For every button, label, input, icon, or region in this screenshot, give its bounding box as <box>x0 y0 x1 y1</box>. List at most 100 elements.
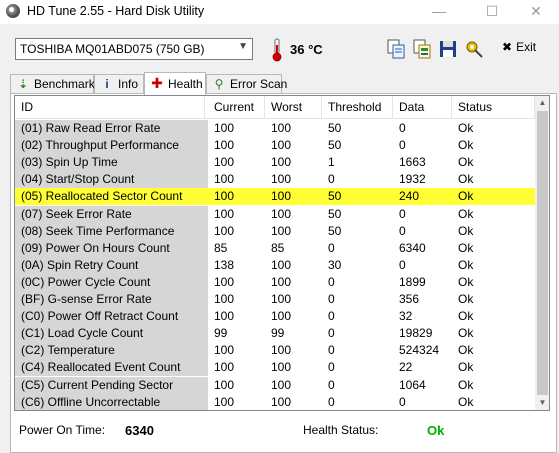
smart-table[interactable]: ID Current Worst Threshold Data Status (… <box>14 95 550 411</box>
thermometer-icon <box>272 38 282 62</box>
cell-data: 0 <box>399 138 406 153</box>
cell-current: 100 <box>214 121 235 135</box>
cell-data: 356 <box>399 292 420 306</box>
table-row[interactable]: (C1) Load Cycle Count 99 99 0 19829 Ok <box>15 325 535 343</box>
cell-worst: 100 <box>271 394 292 409</box>
table-row[interactable]: (01) Raw Read Error Rate 100 100 50 0 Ok <box>15 120 535 137</box>
cell-worst: 100 <box>271 189 292 204</box>
options-icon[interactable] <box>463 38 485 60</box>
cell-id: (05) Reallocated Sector Count <box>15 188 208 206</box>
cell-id: (C1) Load Cycle Count <box>15 325 208 343</box>
cell-id: (BF) G-sense Error Rate <box>15 291 208 308</box>
close-button[interactable]: ✕ <box>513 0 559 24</box>
cell-data: 32 <box>399 309 413 324</box>
scrollbar-thumb[interactable] <box>537 111 548 395</box>
drive-select-value: TOSHIBA MQ01ABD075 (750 GB) <box>20 42 205 56</box>
cell-threshold: 0 <box>328 343 335 358</box>
cell-current: 85 <box>214 240 228 255</box>
column-header-id[interactable]: ID <box>15 96 205 118</box>
cell-worst: 100 <box>271 309 292 324</box>
app-disk-icon <box>6 4 20 18</box>
cell-current: 100 <box>214 138 235 153</box>
table-row[interactable]: (C6) Offline Uncorrectable 100 100 0 0 Ok <box>15 393 535 410</box>
cell-worst: 100 <box>271 360 292 375</box>
minimize-button[interactable]: — <box>416 0 462 24</box>
table-row[interactable]: (BF) G-sense Error Rate 100 100 0 356 Ok <box>15 291 535 308</box>
copy-text-icon[interactable] <box>385 38 407 60</box>
cell-current: 100 <box>214 206 235 221</box>
table-row[interactable]: (C4) Reallocated Event Count 100 100 0 22 Ok <box>15 359 535 377</box>
table-row[interactable]: (03) Spin Up Time 100 100 1 1663 Ok <box>15 154 535 172</box>
cell-id: (C5) Current Pending Sector <box>15 376 208 394</box>
copy-info-icon[interactable] <box>411 38 433 60</box>
tab-health[interactable]: ✚ Health <box>144 72 206 95</box>
tab-benchmark[interactable]: ⇣ Benchmark <box>10 74 95 94</box>
cell-status: Ok <box>458 274 474 289</box>
cell-id: (03) Spin Up Time <box>15 154 208 172</box>
table-row[interactable]: (0A) Spin Retry Count 138 100 30 0 Ok <box>15 256 535 274</box>
exit-button[interactable]: ✖ Exit <box>502 40 536 54</box>
column-header-current[interactable]: Current <box>208 96 265 118</box>
cell-status: Ok <box>458 172 474 187</box>
cell-data: 1899 <box>399 274 426 289</box>
cell-data: 19829 <box>399 326 433 341</box>
vertical-scrollbar[interactable]: ▲ ▼ <box>535 96 549 410</box>
table-row[interactable]: (09) Power On Hours Count 85 85 0 6340 Ok <box>15 239 535 257</box>
maximize-button[interactable]: ☐ <box>469 0 515 24</box>
cell-worst: 100 <box>271 121 292 135</box>
cell-current: 100 <box>214 343 235 358</box>
cell-threshold: 0 <box>328 394 335 409</box>
table-row[interactable]: (05) Reallocated Sector Count 100 100 50 240… <box>15 188 535 206</box>
cell-data: 240 <box>399 189 420 204</box>
column-header-threshold[interactable]: Threshold <box>322 96 393 118</box>
cell-current: 100 <box>214 360 235 375</box>
table-row[interactable]: (C5) Current Pending Sector 100 100 0 1064 Ok <box>15 376 535 394</box>
save-icon[interactable] <box>437 38 459 60</box>
table-row[interactable]: (02) Throughput Performance 100 100 50 0 Ok <box>15 137 535 155</box>
cell-status: Ok <box>458 257 474 272</box>
cell-threshold: 0 <box>328 172 335 187</box>
table-row[interactable]: (C0) Power Off Retract Count 100 100 0 32 Ok <box>15 308 535 326</box>
cell-worst: 100 <box>271 138 292 153</box>
cell-worst: 99 <box>271 326 285 341</box>
column-header-status[interactable]: Status <box>452 96 535 118</box>
drive-select[interactable]: TOSHIBA MQ01ABD075 (750 GB) ▼ <box>15 38 253 60</box>
scroll-down-icon[interactable]: ▼ <box>535 396 549 410</box>
cell-threshold: 50 <box>328 206 342 221</box>
cell-worst: 100 <box>271 292 292 306</box>
cell-current: 138 <box>214 257 235 272</box>
column-header-worst[interactable]: Worst <box>265 96 322 118</box>
cell-status: Ok <box>458 121 474 135</box>
table-row[interactable]: (C2) Temperature 100 100 0 524324 Ok <box>15 342 535 360</box>
tab-info[interactable]: i Info <box>94 74 144 94</box>
scroll-up-icon[interactable]: ▲ <box>535 96 549 110</box>
table-row[interactable]: (07) Seek Error Rate 100 100 50 0 Ok <box>15 205 535 223</box>
temperature-readout: 36 °C <box>290 42 323 57</box>
cell-status: Ok <box>458 240 474 255</box>
cell-status: Ok <box>458 326 474 341</box>
cell-status: Ok <box>458 206 474 221</box>
table-row[interactable]: (0C) Power Cycle Count 100 100 0 1899 Ok <box>15 273 535 291</box>
cell-threshold: 50 <box>328 138 342 153</box>
cell-threshold: 50 <box>328 223 342 238</box>
tab-error-scan[interactable]: ⚲ Error Scan <box>206 74 287 94</box>
cell-threshold: 0 <box>328 326 335 341</box>
cell-worst: 100 <box>271 223 292 238</box>
cell-id: (C6) Offline Uncorrectable <box>15 393 208 410</box>
cell-worst: 100 <box>271 155 292 170</box>
cell-status: Ok <box>458 377 474 392</box>
table-row[interactable]: (04) Start/Stop Count 100 100 0 1932 Ok <box>15 171 535 189</box>
cell-data: 6340 <box>399 240 426 255</box>
table-row[interactable]: (08) Seek Time Performance 100 100 50 0 Ok <box>15 222 535 240</box>
cell-threshold: 0 <box>328 377 335 392</box>
cell-status: Ok <box>458 343 474 358</box>
column-header-data[interactable]: Data <box>393 96 452 118</box>
exit-label: Exit <box>516 40 537 54</box>
cell-status: Ok <box>458 189 474 204</box>
cell-worst: 100 <box>271 257 292 272</box>
cell-data: 0 <box>399 394 406 409</box>
cell-threshold: 50 <box>328 189 342 204</box>
cell-threshold: 30 <box>328 257 342 272</box>
cell-id: (01) Raw Read Error Rate <box>15 120 208 137</box>
cell-threshold: 1 <box>328 155 335 170</box>
